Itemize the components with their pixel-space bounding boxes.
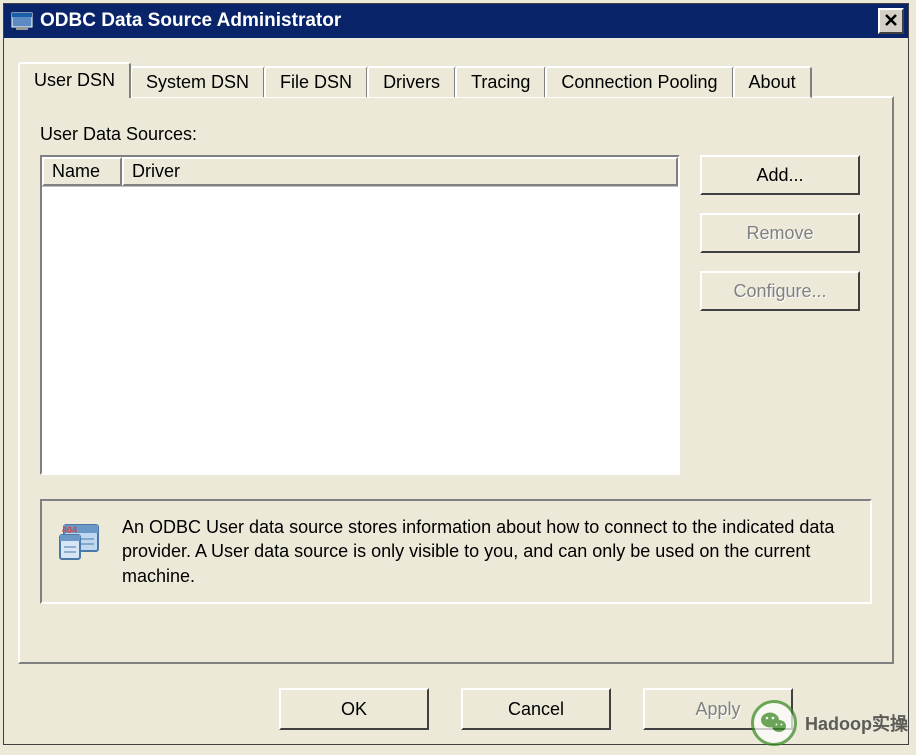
tab-user-dsn[interactable]: User DSN: [18, 62, 131, 98]
column-name[interactable]: Name: [42, 157, 122, 186]
client-area: User DSN System DSN File DSN Drivers Tra…: [4, 38, 908, 730]
tab-system-dsn[interactable]: System DSN: [130, 66, 265, 98]
user-data-sources-list[interactable]: Name Driver: [40, 155, 680, 475]
window: ODBC Data Source Administrator User DSN …: [3, 3, 909, 745]
ok-button[interactable]: OK: [279, 688, 429, 730]
cancel-button[interactable]: Cancel: [461, 688, 611, 730]
close-icon: [884, 11, 898, 32]
window-icon: [10, 9, 34, 33]
configure-button: Configure...: [700, 271, 860, 311]
user-data-sources-label: User Data Sources:: [40, 124, 872, 145]
info-box: 404 An ODBC User data source stores info…: [40, 499, 872, 604]
add-button[interactable]: Add...: [700, 155, 860, 195]
info-text: An ODBC User data source stores informat…: [122, 515, 856, 588]
svg-text:404: 404: [62, 525, 77, 535]
list-header-row: Name Driver: [42, 157, 678, 187]
column-driver[interactable]: Driver: [122, 157, 678, 186]
tab-connection-pooling[interactable]: Connection Pooling: [545, 66, 733, 98]
close-button[interactable]: [878, 8, 904, 34]
titlebar: ODBC Data Source Administrator: [4, 4, 908, 38]
watermark: Hadoop实操: [751, 700, 908, 746]
tab-strip: User DSN System DSN File DSN Drivers Tra…: [18, 64, 894, 98]
tab-file-dsn[interactable]: File DSN: [264, 66, 368, 98]
tab-panel-user-dsn: User Data Sources: Name Driver Add... Re…: [18, 96, 894, 664]
tab-about[interactable]: About: [733, 66, 812, 98]
remove-button: Remove: [700, 213, 860, 253]
tab-drivers[interactable]: Drivers: [367, 66, 456, 98]
datasource-icon: 404: [56, 517, 104, 565]
tab-tracing[interactable]: Tracing: [455, 66, 546, 98]
side-buttons: Add... Remove Configure...: [700, 155, 860, 475]
watermark-text: Hadoop实操: [805, 710, 908, 736]
window-title: ODBC Data Source Administrator: [40, 10, 878, 32]
wechat-icon: [751, 700, 797, 746]
